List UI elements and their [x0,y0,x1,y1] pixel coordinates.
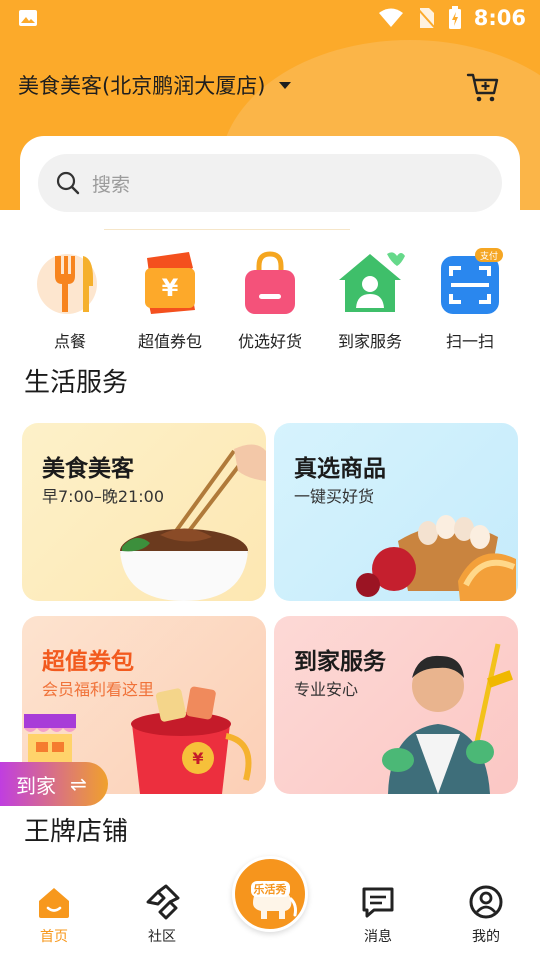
nav-item-community[interactable]: 社区 [122,884,202,946]
search-input[interactable]: 搜索 [38,154,502,212]
cart-add-icon[interactable] [466,70,500,104]
card-title: 超值券包 [42,649,134,675]
quick-entry-label: 到家服务 [337,332,402,351]
service-card-food[interactable]: 美食美客 早7:00–晚21:00 [22,423,266,601]
store-selector[interactable]: 美食美客(北京鹏润大厦店) [18,70,292,100]
nav-label: 社区 [148,929,176,945]
cleaning-worker-image [382,643,513,794]
quick-entry-scan[interactable]: 支付 扫一扫 [420,248,520,352]
quick-entry-label: 优选好货 [237,332,302,351]
battery-charging-icon [448,6,461,29]
section-title-brand-stores: 王牌店铺 [24,817,129,847]
quick-entry-label: 点餐 [53,332,86,351]
switch-arrows-icon: ⇌ [70,772,87,796]
nav-item-messages[interactable]: 消息 [338,884,418,946]
nav-item-profile[interactable]: 我的 [446,884,526,946]
no-sim-icon [417,8,436,29]
quick-entry-label: 超值券包 [137,332,202,351]
center-logo-button[interactable]: 乐活秀 [232,856,308,932]
elephant-logo-icon [253,887,297,919]
wifi-icon [378,8,403,27]
home-icon [39,888,69,918]
scan-pay-badge: 支付 [480,250,498,262]
divider [104,229,350,230]
nav-label: 我的 [472,929,500,945]
home-delivery-float-button[interactable]: 到家 ⇌ [0,762,108,806]
section-title-life-services: 生活服务 [24,368,129,398]
card-title: 真选商品 [294,456,386,482]
status-bar: 8:06 [0,0,540,36]
search-icon [56,171,80,195]
noodle-bowl-image [120,444,266,601]
nav-label: 消息 [364,929,392,945]
nav-item-home[interactable]: 首页 [14,884,94,946]
red-envelope-image: ¥ [131,686,252,794]
market-stall-icon [24,714,76,764]
svg-text:¥: ¥ [162,274,179,302]
quick-entry-home-service[interactable]: 到家服务 [320,248,420,352]
float-badge-label: 到家 [16,773,56,798]
user-profile-icon [469,885,503,919]
center-logo-text: 乐活秀 [250,881,290,897]
service-card-goods[interactable]: 真选商品 一键买好货 [274,423,518,601]
quick-entry-goods[interactable]: 优选好货 [220,248,320,352]
handshake-icon [146,884,180,920]
quick-entry-label: 扫一扫 [445,332,494,351]
shopping-bag-icon [245,251,295,314]
nav-label: 首页 [40,929,68,945]
coupon-ticket-icon: ¥ [145,252,195,314]
search-placeholder: 搜索 [92,173,131,196]
house-person-icon [339,252,405,312]
scan-icon: 支付 [441,248,503,314]
quick-entry-order[interactable]: 点餐 [20,248,120,352]
fork-icon [37,254,97,314]
quick-entry-coupons[interactable]: ¥ 超值券包 [120,248,220,352]
quick-entry-row: 点餐 ¥ 超值券包 优选好货 到家服务 支付 扫一扫 [20,248,520,352]
card-subtitle: 专业安心 [294,680,359,699]
message-icon [362,887,394,918]
fruit-basket-image [356,515,516,601]
store-name: 美食美客(北京鹏润大厦店) [18,74,266,98]
chevron-down-icon [279,81,292,89]
svg-text:¥: ¥ [192,749,203,768]
gallery-notification-icon [19,10,37,26]
status-time: 8:06 [473,6,526,30]
service-card-home-service[interactable]: 到家服务 专业安心 [274,616,518,794]
